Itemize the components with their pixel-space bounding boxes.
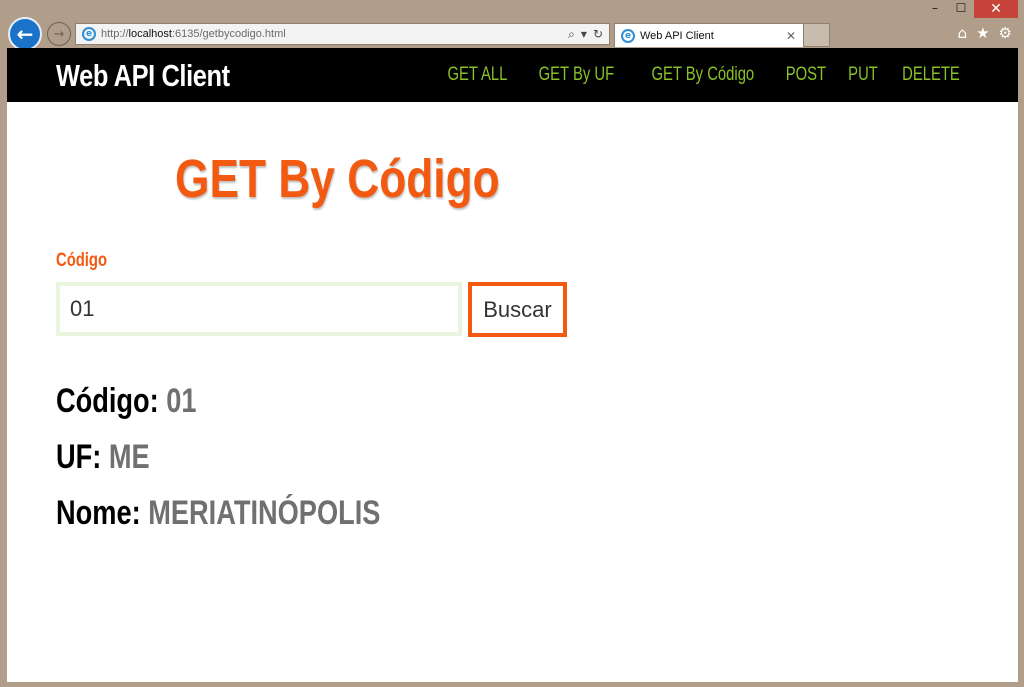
url-text[interactable]: http://localhost:6135/getbycodigo.html [101, 28, 568, 40]
site-brand[interactable]: Web API Client [56, 58, 230, 94]
codigo-field-label: Código [56, 250, 108, 271]
home-icon[interactable]: ⌂ [958, 24, 968, 42]
tab-title: Web API Client [640, 29, 714, 42]
maximize-button[interactable]: ☐ [948, 0, 974, 16]
search-icon[interactable]: ⌕ [568, 27, 575, 42]
nav-menu: GET ALL GET By UF GET By Código POST PUT… [427, 48, 968, 102]
browser-tab[interactable]: e Web API Client ✕ [614, 23, 804, 47]
browser-tools: ⌂ ★ ⚙ [958, 24, 1012, 42]
browser-chrome: – ☐ ✕ ← → e http://localhost:6135/getbyc… [0, 0, 1024, 51]
address-tools: ⌕ ▾ ↻ [568, 27, 603, 42]
buscar-button[interactable]: Buscar [468, 282, 567, 337]
nav-get-by-uf[interactable]: GET By UF [539, 64, 614, 86]
result-nome-value: MERIATINÓPOLIS [148, 494, 381, 532]
window-controls: – ☐ ✕ [922, 0, 1018, 18]
nav-put[interactable]: PUT [848, 64, 878, 86]
result-codigo: Código: 01 [56, 382, 197, 421]
result-uf-label: UF: [56, 438, 102, 476]
url-rest: :6135/getbycodigo.html [171, 28, 286, 40]
back-arrow-icon: ← [16, 22, 34, 46]
new-tab-button[interactable] [804, 23, 830, 47]
tab-close-icon[interactable]: ✕ [786, 29, 796, 43]
tab-ie-icon: e [621, 28, 635, 43]
close-window-button[interactable]: ✕ [974, 0, 1018, 18]
result-uf: UF: ME [56, 438, 150, 477]
nav-post[interactable]: POST [786, 64, 826, 86]
url-prefix: http:// [101, 28, 129, 40]
result-codigo-value: 01 [166, 382, 197, 420]
refresh-icon[interactable]: ↻ [593, 27, 603, 41]
forward-arrow-icon: → [53, 26, 65, 42]
nav-delete[interactable]: DELETE [902, 64, 960, 86]
nav-get-all[interactable]: GET ALL [448, 64, 508, 86]
minimize-button[interactable]: – [922, 0, 948, 16]
dropdown-icon[interactable]: ▾ [581, 27, 587, 41]
site-navbar: Web API Client GET ALL GET By UF GET By … [7, 48, 1018, 102]
result-nome-label: Nome: [56, 494, 141, 532]
address-bar[interactable]: e http://localhost:6135/getbycodigo.html… [75, 23, 610, 45]
result-codigo-label: Código: [56, 382, 159, 420]
result-uf-value: ME [108, 438, 150, 476]
page-title: GET By Código [175, 149, 500, 209]
result-nome: Nome: MERIATINÓPOLIS [56, 494, 380, 533]
page-viewport: Web API Client GET ALL GET By UF GET By … [7, 48, 1018, 682]
url-host: localhost [128, 28, 172, 40]
nav-get-by-codigo[interactable]: GET By Código [651, 64, 754, 86]
back-button[interactable]: ← [8, 17, 42, 51]
ie-page-icon: e [82, 27, 96, 41]
codigo-input[interactable] [56, 282, 462, 336]
favorites-star-icon[interactable]: ★ [976, 24, 989, 42]
forward-button[interactable]: → [47, 22, 71, 46]
settings-gear-icon[interactable]: ⚙ [999, 24, 1012, 42]
